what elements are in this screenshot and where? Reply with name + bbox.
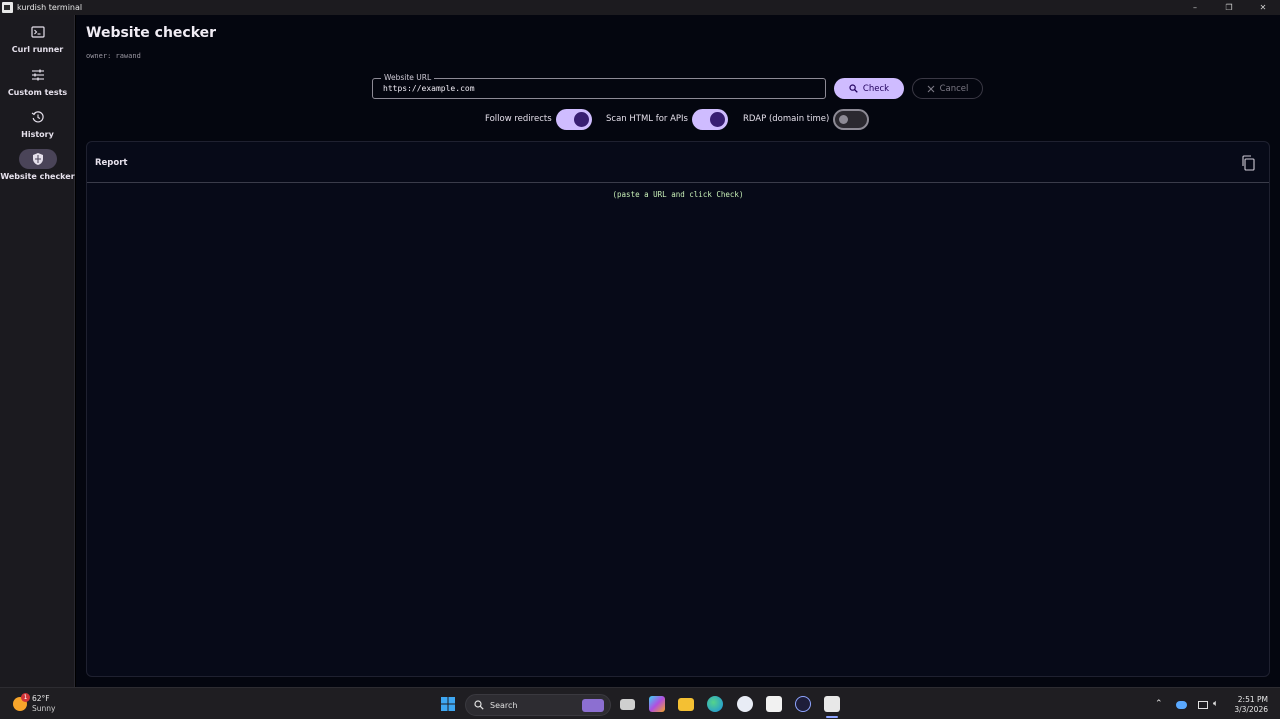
- scan-html-switch[interactable]: [692, 108, 728, 130]
- sidebar-item-label: Curl runner: [11, 45, 64, 54]
- sidebar-item-curl-runner[interactable]: Curl runner: [0, 22, 75, 54]
- notification-badge: 1: [21, 693, 30, 702]
- check-button[interactable]: Check: [834, 78, 904, 99]
- toggle-label: Follow redirects: [485, 114, 552, 124]
- app-store-icon[interactable]: [737, 696, 753, 712]
- url-field[interactable]: Website URL https://example.com: [372, 73, 826, 99]
- owner-label: owner: rawand: [86, 52, 141, 60]
- toggle-label: Scan HTML for APIs: [606, 114, 688, 124]
- taskbar-clock[interactable]: 2:51 PM 3/3/2026: [1234, 695, 1268, 715]
- taskbar: 1 62°F Sunny Search ⌃ 🔈︎ 2:51 PM 3/3/202…: [0, 687, 1280, 719]
- taskbar-search-label: Search: [490, 700, 518, 710]
- pinned-app-icon[interactable]: [795, 696, 811, 712]
- url-input[interactable]: https://example.com: [383, 84, 475, 93]
- search-icon: [474, 700, 484, 710]
- tune-icon: [31, 69, 44, 81]
- clock-time: 2:51 PM: [1237, 695, 1268, 704]
- chevron-up-icon[interactable]: ⌃: [1155, 699, 1163, 709]
- edge-browser-icon[interactable]: [707, 696, 723, 712]
- window-title: kurdish terminal: [17, 3, 83, 12]
- sidebar-item-custom-tests[interactable]: Custom tests: [0, 65, 75, 97]
- report-header: Report: [87, 142, 1269, 183]
- clock-date: 3/3/2026: [1234, 705, 1268, 714]
- shield-icon: [32, 153, 43, 165]
- follow-redirects-switch[interactable]: [555, 108, 592, 130]
- task-view-icon[interactable]: [620, 699, 635, 710]
- close-button[interactable]: ✕: [1246, 0, 1280, 15]
- microsoft-store-icon[interactable]: [766, 696, 782, 712]
- toggle-rdap: RDAP (domain time): [743, 108, 870, 130]
- network-icon[interactable]: [1198, 701, 1208, 709]
- windows-start-icon[interactable]: [440, 696, 456, 712]
- copilot-icon[interactable]: [649, 696, 665, 712]
- terminal-icon: [30, 26, 45, 38]
- sidebar-item-label: Website checker: [0, 172, 75, 181]
- search-icon: [849, 84, 858, 93]
- sidebar-item-history[interactable]: History: [0, 107, 75, 139]
- active-app-indicator: [826, 716, 838, 718]
- kurdish-terminal-taskbar-icon[interactable]: [824, 696, 840, 712]
- sun-icon: 1: [13, 693, 30, 711]
- rdap-switch[interactable]: [833, 108, 870, 130]
- page-title: Website checker: [86, 25, 217, 41]
- volume-icon[interactable]: 🔈︎: [1213, 699, 1218, 709]
- cancel-button-label: Cancel: [939, 83, 969, 94]
- url-field-legend: Website URL: [381, 73, 435, 83]
- weather-temp: 62°F: [32, 694, 50, 703]
- sidebar: Curl runner Custom tests History Website…: [0, 15, 75, 687]
- toggle-follow-redirects: Follow redirects: [485, 108, 592, 130]
- sidebar-item-label: Custom tests: [7, 88, 68, 97]
- history-icon: [31, 111, 44, 123]
- toggle-scan-html: Scan HTML for APIs: [606, 108, 728, 130]
- check-button-label: Check: [862, 83, 890, 94]
- search-highlight-icon: [582, 699, 604, 712]
- copy-icon[interactable]: [1241, 155, 1255, 171]
- close-icon: [927, 85, 934, 92]
- cancel-button[interactable]: Cancel: [912, 78, 983, 99]
- main-content: Website checker owner: rawand Website UR…: [76, 15, 1280, 687]
- weather-widget[interactable]: 1 62°F Sunny: [13, 693, 56, 714]
- report-placeholder: (paste a URL and click Check): [612, 190, 744, 199]
- report-title: Report: [95, 158, 128, 168]
- file-explorer-icon[interactable]: [678, 698, 694, 711]
- sidebar-item-website-checker[interactable]: Website checker: [0, 149, 75, 181]
- sidebar-item-label: History: [21, 130, 54, 139]
- maximize-button[interactable]: ❐: [1212, 0, 1246, 15]
- minimize-button[interactable]: –: [1178, 0, 1212, 15]
- app-icon: [2, 2, 13, 13]
- weather-condition: Sunny: [32, 704, 56, 713]
- window-controls: – ❐ ✕: [1178, 0, 1280, 15]
- report-panel: Report (paste a URL and click Check): [86, 141, 1270, 677]
- taskbar-search[interactable]: Search: [465, 694, 611, 716]
- onedrive-icon[interactable]: [1176, 701, 1187, 709]
- title-bar: kurdish terminal – ❐ ✕: [0, 0, 1280, 15]
- toggle-label: RDAP (domain time): [743, 114, 830, 124]
